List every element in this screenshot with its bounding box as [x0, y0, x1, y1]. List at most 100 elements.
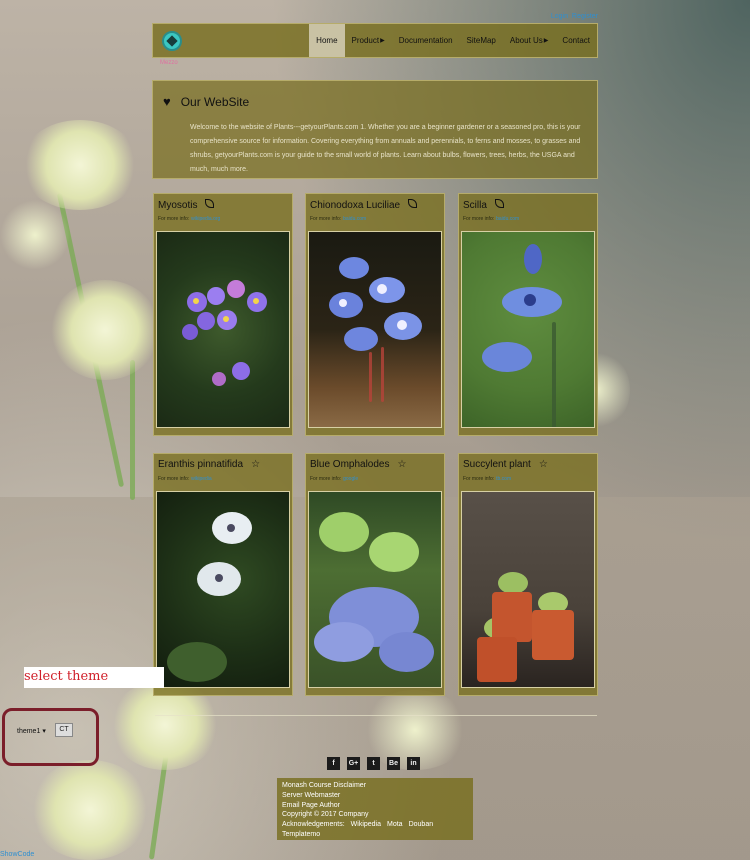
- intro-heading: ♥ Our WebSite: [163, 94, 249, 109]
- twitter-icon[interactable]: t: [367, 757, 380, 770]
- behance-icon[interactable]: Be: [387, 757, 400, 770]
- card-header: Blue Omphalodes ☆: [310, 459, 406, 470]
- card-info-link[interactable]: baidu.com: [496, 216, 519, 222]
- card-info-link[interactable]: tb.com: [496, 476, 511, 482]
- leaf-icon: [494, 199, 504, 211]
- theme-selector-panel: theme1 ▾ CT: [2, 708, 99, 766]
- footer-ack-link[interactable]: Mota: [387, 821, 403, 828]
- card-info-link[interactable]: wikipedia.org: [191, 216, 220, 222]
- leaf-icon: [408, 199, 418, 211]
- caret-right-icon: ▶: [380, 38, 385, 44]
- card-header: Chionodoxa Luciliae: [310, 199, 418, 211]
- linkedin-icon[interactable]: in: [407, 757, 420, 770]
- card-info-label: For more info:: [463, 216, 495, 222]
- caret-right-icon: ▶: [543, 38, 549, 44]
- nav-item-label: Home: [316, 36, 338, 45]
- show-code-link[interactable]: ShowCode: [0, 851, 34, 858]
- card-info-label: For more info:: [310, 476, 342, 482]
- footer-ack-link[interactable]: Douban: [409, 821, 434, 828]
- plant-card: Myosotis For more info: wikipedia.org: [153, 193, 293, 436]
- footer-ack-link[interactable]: Wikipedia: [351, 821, 381, 828]
- navbar: Home Product ▶ Documentation SiteMap Abou…: [152, 23, 598, 58]
- intro-title: Our WebSite: [180, 94, 250, 109]
- card-title: Scilla: [463, 199, 487, 211]
- footer-divider: [155, 715, 597, 716]
- nav-item-product[interactable]: Product ▶: [345, 24, 392, 57]
- plant-card: Chionodoxa Luciliae For more info: baidu.…: [305, 193, 445, 436]
- pink-note: Mezzo: [160, 60, 178, 66]
- intro-text: Welcome to the website of Plants---getyo…: [190, 124, 581, 173]
- footer-ack: Acknowledgements: Wikipedia Mota Douban: [282, 820, 468, 830]
- footer-copyright: Copyright © 2017 Company: [282, 811, 369, 819]
- card-header: Eranthis pinnatifida ☆: [158, 459, 260, 470]
- theme-label: select theme: [24, 669, 109, 684]
- footer-templatemo[interactable]: Templatemo: [282, 830, 468, 840]
- nav-item-contact[interactable]: Contact: [555, 24, 597, 57]
- site-logo[interactable]: [162, 31, 182, 51]
- plant-image-chionodoxa: [308, 231, 442, 428]
- card-info-link[interactable]: baidu.com: [343, 216, 366, 222]
- google-plus-icon[interactable]: G+: [347, 757, 360, 770]
- plant-image-omphalodes: [308, 491, 442, 688]
- card-info-link[interactable]: wikipedia: [191, 476, 212, 482]
- leaf-icon: [205, 199, 215, 211]
- plant-card: Blue Omphalodes ☆ For more info: google: [305, 453, 445, 696]
- card-info-label: For more info:: [463, 476, 495, 482]
- facebook-icon[interactable]: f: [327, 757, 340, 770]
- footer-email[interactable]: Email Page Author: [282, 801, 468, 811]
- star-icon: ☆: [538, 458, 548, 470]
- plant-card: Eranthis pinnatifida ☆ For more info: wik…: [153, 453, 293, 696]
- heart-icon: ♥: [163, 94, 171, 109]
- register-link[interactable]: Register: [572, 13, 598, 20]
- card-header: Myosotis: [158, 199, 215, 211]
- login-link[interactable]: Login: [551, 13, 568, 20]
- card-info: For more info: wikipedia.org: [158, 216, 220, 222]
- card-info-label: For more info:: [158, 476, 190, 482]
- card-info-label: For more info:: [310, 216, 342, 222]
- nav-item-label: About Us: [509, 36, 543, 45]
- background-flower: [50, 280, 160, 380]
- nav-item-home[interactable]: Home: [309, 24, 345, 57]
- nav-item-label: SiteMap: [466, 36, 496, 45]
- card-info-label: For more info:: [158, 216, 190, 222]
- card-info: For more info: wikipedia: [158, 476, 212, 482]
- card-info: For more info: google: [310, 476, 358, 482]
- nav-item-about-us[interactable]: About Us ▶: [503, 24, 556, 57]
- theme-select-value: theme1: [17, 728, 41, 735]
- nav-item-label: Contact: [562, 36, 590, 45]
- star-icon: ☆: [251, 458, 261, 470]
- background-flower: [20, 120, 140, 210]
- nav-menu: Home Product ▶ Documentation SiteMap Abou…: [309, 24, 597, 57]
- card-info-link[interactable]: google: [343, 476, 358, 482]
- footer-webmaster[interactable]: Server Webmaster: [282, 791, 468, 801]
- star-icon: ☆: [397, 458, 407, 470]
- nav-item-documentation[interactable]: Documentation: [392, 24, 460, 57]
- change-theme-button[interactable]: CT: [55, 723, 73, 737]
- top-links: Login Register: [549, 13, 598, 20]
- card-header: Scilla: [463, 199, 504, 211]
- background-stem: [56, 192, 125, 488]
- card-title: Chionodoxa Luciliae: [310, 199, 401, 211]
- background-stem: [130, 360, 135, 500]
- card-header: Succylent plant ☆: [463, 459, 548, 470]
- nav-item-label: Product: [351, 36, 380, 45]
- footer-ack-label: Acknowledgements:: [282, 821, 345, 829]
- plant-card: Succylent plant ☆ For more info: tb.com: [458, 453, 598, 696]
- card-title: Blue Omphalodes: [310, 459, 390, 470]
- footer: Monash Course Disclaimer Server Webmaste…: [277, 778, 473, 840]
- plant-image-myosotis: [156, 231, 290, 428]
- card-info: For more info: baidu.com: [463, 216, 519, 222]
- footer-disclaimer[interactable]: Monash Course Disclaimer: [282, 781, 468, 791]
- card-info: For more info: tb.com: [463, 476, 511, 482]
- nav-item-label: Documentation: [398, 36, 453, 45]
- theme-select[interactable]: theme1 ▾: [17, 727, 46, 735]
- intro-section: ♥ Our WebSite Welcome to the website of …: [152, 80, 598, 179]
- card-title: Myosotis: [158, 199, 198, 211]
- nav-item-sitemap[interactable]: SiteMap: [460, 24, 503, 57]
- plant-card: Scilla For more info: baidu.com: [458, 193, 598, 436]
- caret-down-icon: ▾: [42, 728, 46, 735]
- plant-image-succulent: [461, 491, 595, 688]
- theme-label-box: select theme: [24, 667, 164, 688]
- plant-image-eranthis: [156, 491, 290, 688]
- plant-image-scilla: [461, 231, 595, 428]
